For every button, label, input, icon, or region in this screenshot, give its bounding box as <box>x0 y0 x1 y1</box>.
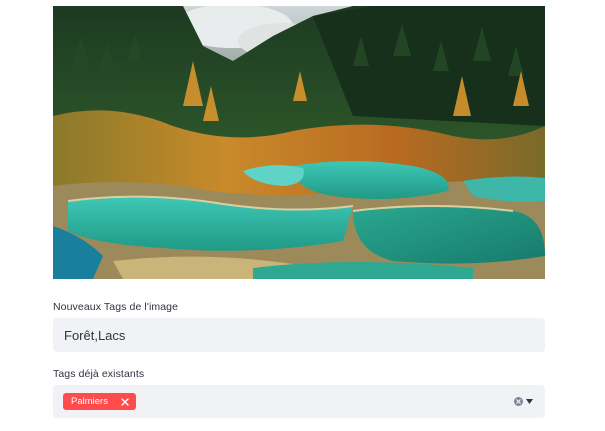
landscape-photo <box>53 6 545 279</box>
selected-tag-label: Palmiers <box>71 396 108 407</box>
chevron-down-icon[interactable] <box>526 399 533 404</box>
new-tags-label: Nouveaux Tags de l'image <box>53 301 179 313</box>
selected-tag: Palmiers <box>63 393 136 410</box>
new-tags-input[interactable] <box>53 318 545 352</box>
remove-tag-icon[interactable] <box>120 397 130 407</box>
page: Nouveaux Tags de l'image Tags déjà exist… <box>0 0 605 431</box>
clear-all-icon[interactable] <box>514 397 523 406</box>
existing-tags-label: Tags déjà existants <box>53 368 145 380</box>
existing-tags-multiselect[interactable]: Palmiers <box>53 385 545 418</box>
